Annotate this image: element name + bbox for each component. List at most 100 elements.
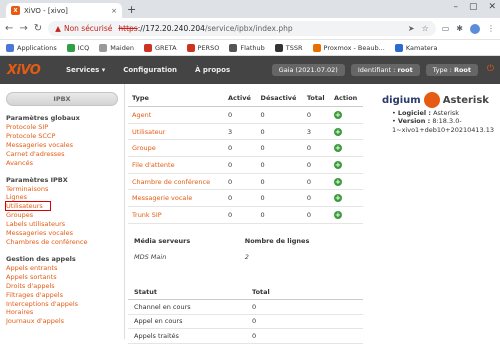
browser-tab[interactable]: X XiVO - [xivo] × — [6, 3, 122, 18]
sidebar-item[interactable]: Horaires — [6, 308, 118, 317]
menu-about[interactable]: À propos — [186, 66, 239, 74]
status-header: Statut — [128, 285, 246, 300]
close-window-icon[interactable]: ✕ — [488, 2, 496, 12]
back-icon[interactable]: ← — [5, 23, 13, 34]
add-icon[interactable]: + — [333, 127, 342, 136]
forward-icon[interactable]: → — [19, 23, 27, 34]
bookmark-item[interactable]: PERSO — [186, 43, 220, 52]
sidebar-item[interactable]: Droits d'appels — [6, 282, 118, 291]
warning-icon[interactable]: ▲ — [55, 24, 61, 33]
table-row: MDS Main 2 — [128, 248, 363, 266]
stats-table: Type Activé Désactivé Total Action Agent 0 0 0 +… — [128, 90, 363, 224]
menu-services[interactable]: Services ▾ — [57, 66, 114, 74]
status-table: Statut Total Channel en cours 0 Appel en c… — [128, 285, 363, 344]
sidebar-item[interactable]: Interceptions d'appels — [6, 300, 118, 309]
xivo-logo[interactable]: XiVO — [7, 63, 57, 78]
user-pill-value: root — [397, 66, 413, 74]
bookmark-item[interactable]: Applications — [6, 43, 57, 52]
stats-header: Total — [302, 90, 330, 107]
add-icon[interactable]: + — [333, 160, 342, 169]
stats-type-link[interactable]: Agent — [128, 106, 224, 124]
bookmark-icon — [186, 43, 195, 52]
extensions-icon[interactable]: ✱ — [456, 24, 463, 33]
sidebar-section: Paramètres globaux Protocole SIP Protocole… — [6, 114, 118, 168]
sidebar-header: IPBX — [6, 92, 118, 106]
sidebar-item[interactable]: Carnet d'adresses — [6, 150, 118, 159]
bookmark-item[interactable]: ICQ — [66, 43, 89, 52]
bookmark-item[interactable]: Kamatera — [394, 43, 437, 52]
window-controls: – ▢ ✕ — [453, 2, 496, 12]
bookmark-icon — [394, 43, 403, 52]
bookmark-item[interactable]: Flathub — [229, 43, 265, 52]
sidebar-section-title: Paramètres IPBX — [6, 175, 68, 184]
sidebar-item-label: Interceptions d'appels — [6, 299, 79, 308]
sidebar-item-highlighted: Utilisateurs — [5, 201, 51, 212]
power-icon[interactable]: ⏻ — [487, 64, 494, 74]
new-tab-button[interactable]: + — [127, 3, 136, 16]
version-pill: Gaia (2021.07.02) — [271, 64, 345, 76]
table-row: Channel en cours 0 — [128, 299, 363, 315]
stats-type-link[interactable]: Messagerie vocale — [128, 189, 224, 208]
star-icon[interactable]: ☆ — [422, 24, 429, 33]
bookmark-item[interactable]: Maiden — [99, 43, 134, 52]
maximize-icon[interactable]: ▢ — [469, 2, 478, 12]
sidebar-item-label: Terminaisons — [6, 184, 49, 193]
sidebar-item[interactable]: Journaux d'appels — [6, 317, 118, 326]
address-bar-row: ← → ↻ ▲ Non sécurisé https ://172.20.240… — [0, 18, 500, 40]
not-secure-label[interactable]: Non sécurisé — [64, 24, 112, 33]
stats-cell: 0 — [256, 156, 303, 174]
sidebar-item[interactable]: Filtrages d'appels — [6, 291, 118, 300]
sidebar-item-label: Groupes — [6, 211, 34, 220]
url-field[interactable]: ▲ Non sécurisé https ://172.20.240.204 /… — [48, 21, 436, 36]
bookmark-label: PERSO — [197, 43, 220, 52]
bookmark-label: TSSR — [285, 43, 303, 52]
stats-cell: 0 — [256, 123, 303, 141]
cast-icon[interactable]: ▭ — [442, 24, 450, 33]
add-icon[interactable]: + — [333, 194, 342, 203]
sidebar-item[interactable]: Appels sortants — [6, 273, 118, 282]
browser-menu-icon[interactable]: ⋮ — [487, 24, 495, 33]
sidebar-item[interactable]: Labels utilisateurs — [6, 220, 118, 229]
bookmark-item[interactable]: Proxmox - Beaub... — [312, 43, 385, 52]
sidebar-item[interactable]: Avancés — [6, 159, 118, 168]
bookmark-item[interactable]: GRETA — [143, 43, 177, 52]
sidebar-section: Paramètres IPBX Terminaisons Lignes Utilisa… — [5, 175, 118, 247]
sidebar-item[interactable]: Messageries vocales — [6, 141, 118, 150]
type-pill-value: Root — [453, 66, 471, 74]
sidebar-item[interactable]: Protocole SIP — [6, 123, 118, 132]
sidebar-item-label: Chambres de conférence — [6, 237, 88, 246]
add-icon[interactable]: + — [333, 110, 342, 119]
sidebar-item[interactable]: Lignes — [6, 193, 118, 202]
reload-icon[interactable]: ↻ — [34, 23, 42, 34]
version-label: Version : — [397, 117, 431, 126]
add-icon[interactable]: + — [333, 210, 342, 219]
bookmark-label: Proxmox - Beaub... — [323, 43, 385, 52]
sidebar-item[interactable]: Protocole SCCP — [6, 132, 118, 141]
sidebar-item[interactable]: Chambres de conférence — [6, 238, 118, 247]
stats-type-link[interactable]: File d'attente — [128, 156, 224, 174]
table-row: Utilisateur 3 0 3 + — [128, 123, 363, 141]
close-tab-icon[interactable]: × — [111, 7, 117, 15]
stats-type-link[interactable]: Chambre de conférence — [128, 173, 224, 191]
stats-type-link[interactable]: Trunk SIP — [128, 206, 224, 224]
sidebar-item[interactable]: Utilisateurs — [5, 201, 118, 212]
bookmark-item[interactable]: TSSR — [274, 43, 303, 52]
stats-cell: 0 — [256, 139, 303, 158]
sidebar-item[interactable]: Appels entrants — [6, 264, 118, 273]
sidebar-item-label: Droits d'appels — [6, 281, 55, 290]
stats-type-link[interactable]: Groupe — [128, 139, 224, 158]
profile-avatar[interactable] — [470, 23, 480, 34]
send-icon[interactable]: ➤ — [408, 24, 415, 33]
add-icon[interactable]: + — [333, 144, 342, 153]
sidebar-item[interactable]: Messageries vocales — [6, 229, 118, 238]
menu-configuration[interactable]: Configuration — [114, 66, 186, 74]
bookmark-icon — [99, 43, 108, 52]
stats-cell: 0 — [302, 173, 330, 191]
stats-type-link[interactable]: Utilisateur — [128, 123, 224, 141]
stats-cell: 0 — [224, 173, 257, 191]
minimize-icon[interactable]: – — [453, 2, 458, 12]
sidebar-item[interactable]: Groupes — [6, 211, 118, 220]
sidebar-item[interactable]: Terminaisons — [6, 185, 118, 194]
add-icon[interactable]: + — [333, 177, 342, 186]
stats-cell: 0 — [256, 206, 303, 224]
